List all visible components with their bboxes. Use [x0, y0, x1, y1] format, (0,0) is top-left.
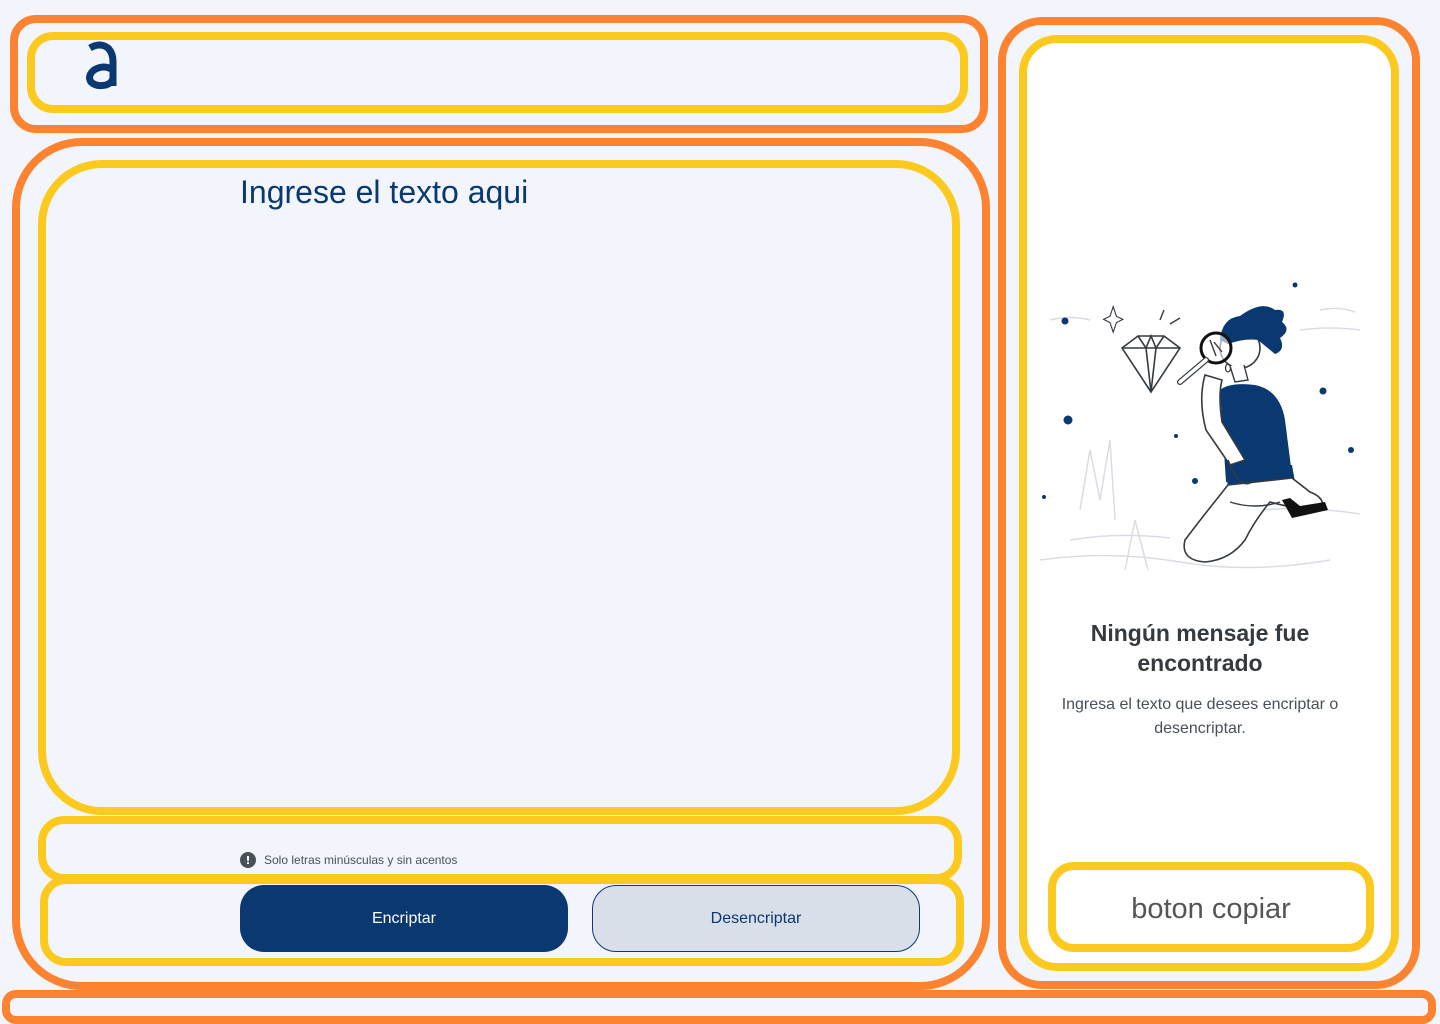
decrypt-button[interactable]: Desencriptar	[592, 885, 920, 952]
person-with-magnifying-glass-illustration	[1030, 270, 1370, 590]
header-inner-frame	[27, 32, 968, 113]
hint: ! Solo letras minúsculas y sin acentos	[240, 851, 457, 869]
info-icon: !	[240, 852, 256, 868]
footer-container	[2, 990, 1436, 1024]
encrypt-button[interactable]: Encriptar	[240, 885, 568, 952]
hint-container	[38, 816, 962, 882]
copy-button-label: boton copiar	[1131, 892, 1291, 925]
text-input[interactable]	[240, 170, 890, 790]
result-title: Ningún mensaje fue encontrado	[1090, 620, 1310, 676]
copy-button[interactable]: boton copiar	[1048, 862, 1374, 952]
hint-text: Solo letras minúsculas y sin acentos	[264, 853, 458, 867]
logo-icon[interactable]	[82, 40, 120, 92]
result-description: Ingresa el texto que desees encriptar o …	[1061, 696, 1339, 737]
